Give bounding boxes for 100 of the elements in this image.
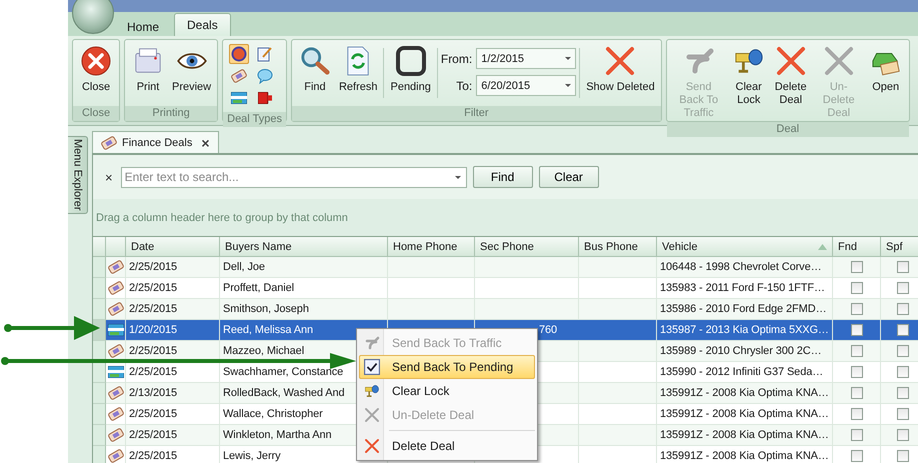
table-cell: 135989 - 2010 Chrysler 300 2C…: [657, 341, 833, 362]
table-cell: 2/25/2015: [126, 257, 220, 278]
money-icon: [231, 69, 248, 83]
checkbox[interactable]: [896, 303, 908, 315]
checkbox-icon: [364, 359, 380, 375]
money-icon: [101, 136, 117, 150]
group-title: Deal Types: [223, 112, 286, 127]
checkbox[interactable]: [896, 345, 908, 357]
ribbon-button[interactable]: Clear Lock: [728, 42, 769, 107]
checkbox[interactable]: [896, 408, 908, 420]
table-cell: Dell, Joe: [220, 257, 388, 278]
date-label: To:: [456, 78, 472, 92]
table-cell: 135990 - 2012 Infiniti G37 Seda…: [657, 362, 833, 383]
ribbon-button[interactable]: Preview: [169, 42, 214, 94]
column-header[interactable]: Spf: [881, 237, 918, 257]
checkbox[interactable]: [850, 387, 862, 399]
table-cell: 135991Z - 2008 Kia Optima KNA…: [657, 446, 833, 463]
column-header[interactable]: Sec Phone: [475, 237, 579, 257]
checkbox[interactable]: [896, 366, 908, 378]
column-header[interactable]: Home Phone: [388, 237, 475, 257]
table-cell: Proffett, Daniel: [220, 278, 388, 299]
group-title: Filter: [292, 106, 661, 121]
table-cell: 2/25/2015: [126, 404, 220, 425]
table-cell: 106448 - 1998 Chevrolet Corve…: [657, 257, 833, 278]
column-header[interactable]: Fnd: [833, 237, 881, 257]
dropdown-caret-icon[interactable]: [454, 176, 461, 178]
side-tab[interactable]: Menu Explorer: [68, 136, 88, 214]
checkbox[interactable]: [896, 282, 908, 294]
orb-icon: [231, 46, 248, 62]
search-field[interactable]: Enter text to search...: [120, 166, 467, 188]
clear-button[interactable]: Clear: [538, 166, 599, 188]
table-cell: 135991Z - 2008 Kia Optima KNA…: [657, 383, 833, 404]
date-label: From:: [440, 52, 472, 66]
checkbox[interactable]: [850, 366, 862, 378]
checkbox[interactable]: [850, 429, 862, 441]
table-cell: 135983 - 2011 Ford F-150 1FTF…: [657, 278, 833, 299]
table-cell: 2/25/2015: [126, 425, 220, 446]
table-cell: 1/20/2015: [126, 320, 220, 341]
column-header[interactable]: Vehicle: [657, 237, 833, 257]
table-cell: 135991Z - 2008 Kia Optima KNA…: [657, 425, 833, 446]
checkbox[interactable]: [850, 261, 862, 273]
ribbon-button[interactable]: Print: [128, 42, 168, 94]
table-cell: 135986 - 2010 Ford Edge 2FMD…: [657, 299, 833, 320]
group-title: Deal: [666, 122, 909, 137]
table-cell: 135991Z - 2008 Kia Optima KNA…: [657, 404, 833, 425]
sort-icon: [818, 244, 827, 250]
money-icon: [108, 407, 124, 421]
speech-bubble-icon: [257, 68, 274, 84]
group-title: Close: [73, 106, 119, 121]
money-icon: [108, 260, 124, 274]
find-button[interactable]: Find: [472, 166, 533, 188]
group-title: Printing: [125, 106, 218, 121]
ribbon-button[interactable]: Pending: [387, 42, 434, 94]
ribbon-button[interactable]: Open: [866, 42, 906, 94]
row-indicator[interactable]: [93, 320, 106, 341]
checkbox[interactable]: [850, 408, 862, 420]
key-icon: [364, 383, 380, 399]
document-tab[interactable]: Finance Deals ×: [92, 131, 219, 153]
menu-item[interactable]: Send Back To Pending: [359, 355, 535, 379]
clear-button[interactable]: ×: [105, 170, 117, 184]
money-icon: [108, 344, 124, 358]
column-header[interactable]: Bus Phone: [579, 237, 657, 257]
money-icon: [108, 281, 124, 295]
checkbox[interactable]: [896, 261, 908, 273]
checkbox[interactable]: [896, 387, 908, 399]
table-cell: Smithson, Joseph: [220, 299, 388, 320]
money-icon: [108, 449, 124, 463]
ribbon-tab[interactable]: Deals: [174, 13, 231, 36]
checkbox[interactable]: [850, 324, 862, 336]
date-field[interactable]: 6/20/2015: [476, 75, 576, 96]
money-icon: [108, 428, 124, 442]
checkbox[interactable]: [896, 450, 908, 462]
date-field[interactable]: 1/2/2015: [476, 48, 576, 69]
table-cell: 135987 - 2013 Kia Optima 5XXG…: [657, 320, 833, 341]
row-indicator[interactable]: [93, 362, 106, 383]
table-cell: 2/13/2015: [126, 383, 220, 404]
table-cell: 2/25/2015: [126, 362, 220, 383]
ribbon-button[interactable]: Refresh: [336, 42, 380, 94]
group-panel-hint: Drag a column header here to group by that column: [95, 210, 349, 226]
cross-icon: [364, 407, 380, 423]
ribbon-button[interactable]: Close: [76, 42, 116, 94]
ribbon-button[interactable]: Delete Deal: [770, 42, 812, 107]
checkbox[interactable]: [850, 282, 862, 294]
ribbon-button[interactable]: Find: [294, 42, 335, 94]
checkbox[interactable]: [850, 345, 862, 357]
column-header[interactable]: Buyers Name: [220, 237, 388, 257]
column-header[interactable]: Date: [126, 237, 220, 257]
note-icon: [257, 46, 274, 62]
ribbon-tab[interactable]: Home: [114, 16, 172, 36]
checkbox[interactable]: [850, 450, 862, 462]
deal-type-button[interactable]: [229, 44, 250, 64]
table-cell: 2/25/2015: [126, 446, 220, 463]
delete-icon: [364, 438, 380, 454]
money-icon: [108, 386, 124, 400]
close-button[interactable]: ×: [197, 134, 210, 150]
card-icon: [231, 92, 248, 104]
checkbox[interactable]: [896, 324, 908, 336]
checkbox[interactable]: [850, 303, 862, 315]
checkbox[interactable]: [896, 429, 908, 441]
ribbon-button[interactable]: Show Deleted: [583, 42, 658, 94]
